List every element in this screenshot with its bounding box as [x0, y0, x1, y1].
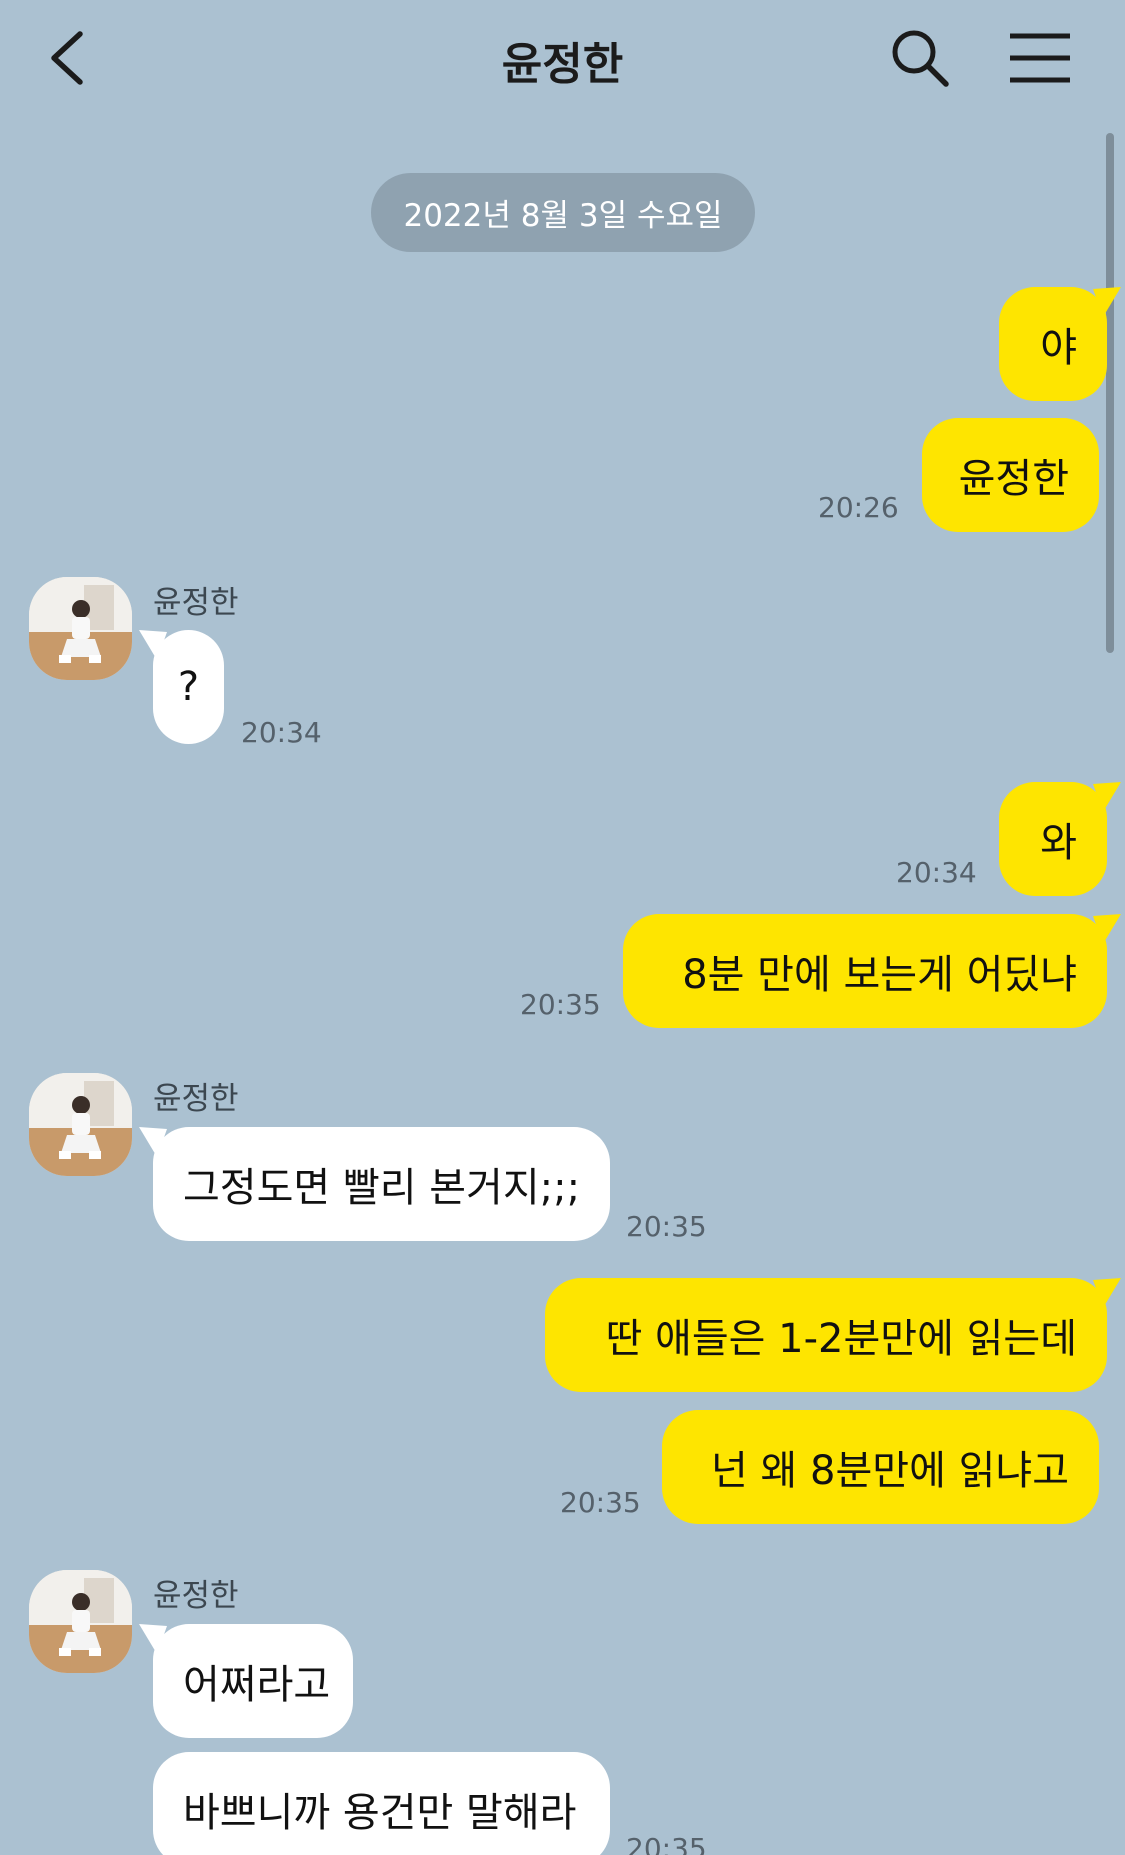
menu-button[interactable]	[1006, 28, 1074, 88]
date-divider: 2022년 8월 3일 수요일	[371, 173, 755, 252]
search-icon	[892, 30, 949, 87]
chat-title: 윤정한	[501, 39, 624, 90]
message-text: 딴 애들은 1-2분만에 읽는데	[605, 1316, 1077, 1362]
my-message-bubble[interactable]: 8분 만에 보는게 어딨냐	[623, 914, 1121, 1028]
message-time: 20:35	[626, 1210, 707, 1243]
scrollbar[interactable]	[1106, 133, 1114, 653]
message-text: 8분 만에 보는게 어딨냐	[682, 952, 1077, 998]
message-time: 20:35	[560, 1486, 641, 1519]
my-message-bubble[interactable]: 딴 애들은 1-2분만에 읽는데	[545, 1278, 1121, 1392]
chat-screen: 윤정한 2022년 8월 3일 수요일 야 윤정한 20:26 윤정한 ? 20…	[0, 0, 1125, 1855]
message-text: 넌 왜 8분만에 읽냐고	[711, 1448, 1069, 1494]
my-message-bubble[interactable]: 와	[999, 782, 1121, 896]
message-time: 20:35	[626, 1832, 707, 1855]
message-time: 20:34	[241, 716, 322, 749]
profile-photo-icon	[29, 577, 132, 680]
avatar[interactable]	[29, 1570, 132, 1673]
sender-name: 윤정한	[153, 585, 239, 621]
message-text: 와	[1040, 820, 1077, 866]
message-text: 윤정한	[958, 456, 1069, 502]
sender-name: 윤정한	[153, 1081, 239, 1117]
message-time: 20:26	[818, 491, 899, 524]
message-text: 그정도면 빨리 본거지;;;	[183, 1165, 581, 1211]
message-time: 20:35	[520, 988, 601, 1021]
message-text: 야	[1040, 325, 1077, 371]
message-text: 바쁘니까 용건만 말해라	[183, 1790, 577, 1836]
back-button[interactable]	[40, 26, 100, 90]
their-message-bubble[interactable]: ?	[139, 630, 224, 744]
chat-header: 윤정한	[0, 0, 1125, 115]
avatar[interactable]	[29, 1073, 132, 1176]
my-message-bubble[interactable]: 윤정한	[922, 418, 1099, 532]
profile-photo-icon	[29, 1570, 132, 1673]
profile-photo-icon	[29, 1073, 132, 1176]
their-message-bubble[interactable]: 그정도면 빨리 본거지;;;	[139, 1127, 610, 1241]
their-message-bubble[interactable]: 바쁘니까 용건만 말해라	[153, 1752, 610, 1855]
avatar[interactable]	[29, 577, 132, 680]
my-message-bubble[interactable]: 넌 왜 8분만에 읽냐고	[662, 1410, 1099, 1524]
message-text: 어쩌라고	[183, 1662, 331, 1708]
chevron-left-icon	[51, 31, 83, 85]
search-button[interactable]	[888, 26, 952, 90]
sender-name: 윤정한	[153, 1578, 239, 1614]
their-message-bubble[interactable]: 어쩌라고	[139, 1624, 353, 1738]
my-message-bubble[interactable]: 야	[999, 287, 1121, 401]
hamburger-menu-icon	[1010, 33, 1070, 83]
message-text: ?	[177, 664, 200, 710]
message-time: 20:34	[896, 856, 977, 889]
